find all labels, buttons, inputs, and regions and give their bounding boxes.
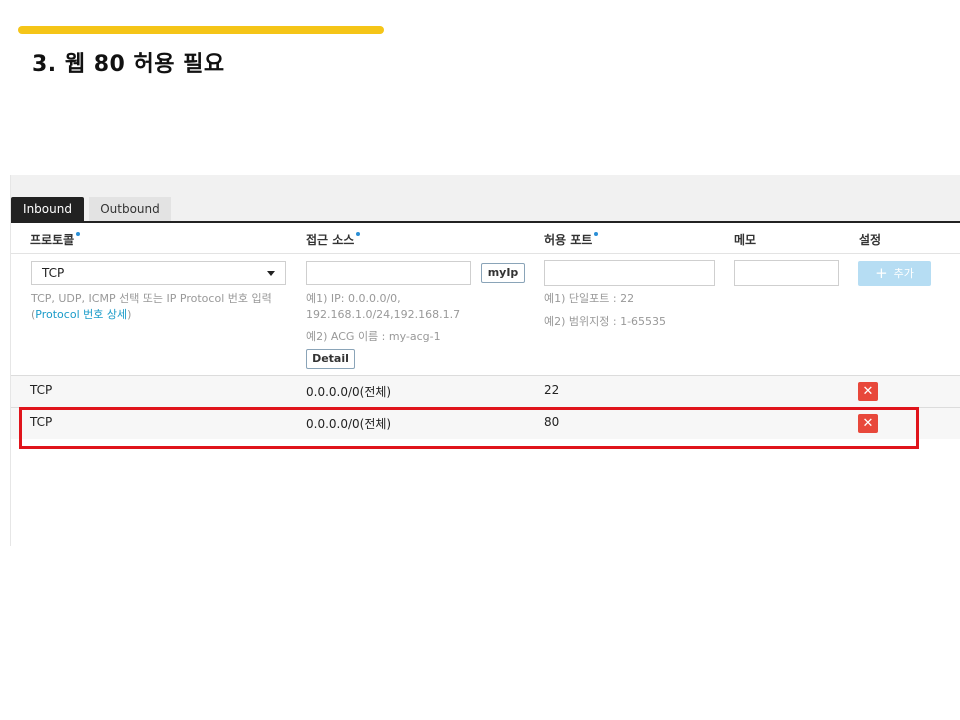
column-header-port: 허용 포트 [544,231,599,248]
protocol-hint-text: TCP, UDP, ICMP 선택 또는 IP Protocol 번호 입력 [31,292,272,305]
tab-outbound[interactable]: Outbound [89,197,171,221]
protocol-hint: TCP, UDP, ICMP 선택 또는 IP Protocol 번호 입력 (… [31,291,301,323]
port-hint: 예1) 단일포트 : 22 예2) 범위지정 : 1-65535 [544,291,666,330]
caret-down-icon [267,271,275,276]
column-header-source: 접근 소스 [306,231,361,248]
delete-rule-button[interactable]: ✕ [858,382,878,401]
rule-protocol: TCP [30,383,53,397]
required-dot-icon [76,232,81,236]
source-hint-example1-line2: 192.168.1.0/24,192.168.1.7 [306,308,461,321]
rule-port: 22 [544,383,560,397]
column-header-source-label: 접근 소스 [306,233,355,247]
rule-source: 0.0.0.0/0(전체) [306,385,392,399]
detail-button[interactable]: Detail [306,349,355,369]
protocol-number-detail-link[interactable]: Protocol 번호 상세 [35,308,127,321]
column-header-port-label: 허용 포트 [544,233,593,247]
required-dot-icon [356,232,361,236]
memo-input[interactable] [734,260,839,286]
port-hint-example1: 예1) 단일포트 : 22 [544,292,635,305]
highlight-box [19,407,919,449]
source-input[interactable] [306,261,471,285]
required-dot-icon [594,232,599,236]
port-hint-example2: 예2) 범위지정 : 1-65535 [544,315,667,328]
header-divider [11,253,960,254]
tab-underline [11,221,960,223]
protocol-select[interactable]: TCP [31,261,286,285]
column-header-settings: 설정 [859,233,882,247]
slide-title: 3. 웹 80 허용 필요 [32,52,225,77]
protocol-hint-paren-close: ) [127,308,132,321]
accent-bar [18,26,384,34]
myip-button[interactable]: myIp [481,263,525,283]
source-hint: 예1) IP: 0.0.0.0/0, 192.168.1.0/24,192.16… [306,291,460,345]
close-icon: ✕ [862,384,874,399]
column-header-memo: 메모 [734,233,757,247]
column-header-protocol: 프로토콜 [30,231,81,248]
table-row: TCP 0.0.0.0/0(전체) 22 ✕ [11,376,960,407]
column-header-protocol-label: 프로토콜 [30,233,75,247]
add-rule-label: 추가 [893,267,914,280]
plus-icon: + [875,264,888,282]
source-hint-example2: 예2) ACG 이름 : my-acg-1 [306,330,441,343]
protocol-select-value: TCP [42,266,65,280]
port-input[interactable] [544,260,715,286]
protocol-hint-link-row: (Protocol 번호 상세) [31,307,301,323]
add-rule-button[interactable]: + 추가 [858,261,931,286]
tab-inbound[interactable]: Inbound [11,197,84,221]
acg-rule-panel: Inbound Outbound 프로토콜 접근 소스 허용 포트 메모 설정 … [10,175,960,546]
source-hint-example1-line1: 예1) IP: 0.0.0.0/0, [306,292,401,305]
